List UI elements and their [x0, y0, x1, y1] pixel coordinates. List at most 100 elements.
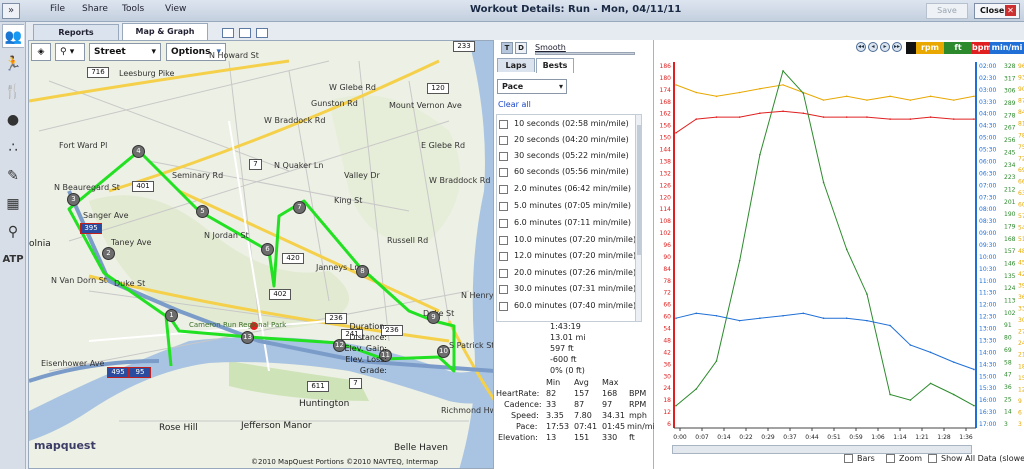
- rewind-icon[interactable]: ◂◂: [856, 42, 866, 52]
- checkbox[interactable]: [499, 219, 508, 228]
- mile-marker[interactable]: 13: [241, 331, 254, 344]
- runner-icon[interactable]: 🏃: [2, 52, 24, 76]
- legend-min-mi[interactable]: min/mi: [990, 42, 1024, 54]
- mile-marker[interactable]: 1: [165, 309, 178, 322]
- bars-label: Bars: [857, 454, 875, 463]
- data-point: [822, 317, 825, 320]
- pace-tick-label: 12:00: [979, 302, 996, 309]
- search-icon[interactable]: ⚲: [2, 220, 24, 244]
- mile-marker[interactable]: 7: [293, 201, 306, 214]
- summary-key: Elev. Gain:: [344, 344, 388, 353]
- map-label: W Braddock Rd: [429, 176, 491, 185]
- data-point: [889, 324, 891, 327]
- data-point: [952, 361, 955, 363]
- atp-icon[interactable]: ATP: [2, 248, 24, 272]
- smooth-slider[interactable]: [535, 52, 635, 55]
- best-label: 5.0 minutes (07:05 min/mile): [514, 201, 631, 210]
- mile-marker[interactable]: 3: [67, 193, 80, 206]
- clear-all-link[interactable]: Clear all: [498, 100, 531, 109]
- close-button[interactable]: Close ✕: [974, 3, 1020, 19]
- menu-file[interactable]: File: [50, 4, 65, 14]
- bests-scrollbar[interactable]: [635, 115, 641, 321]
- route-map[interactable]: ◈ ⚲ ▾ Street ▾ Options ▾ Leesburg Pike N B…: [28, 40, 494, 469]
- toggle-time[interactable]: T: [501, 42, 513, 54]
- mile-marker[interactable]: 4: [132, 145, 145, 158]
- mile-marker[interactable]: 5: [196, 205, 209, 218]
- mile-marker[interactable]: 2: [102, 247, 115, 260]
- zoom-checkbox[interactable]: Zoom: [886, 454, 922, 466]
- map-label: Eisenhower Ave: [41, 359, 105, 368]
- footprints-icon[interactable]: ∴: [2, 136, 24, 160]
- checkbox[interactable]: [499, 202, 508, 211]
- map-type-select[interactable]: Street ▾: [89, 43, 161, 61]
- data-point: [845, 248, 848, 251]
- checkbox[interactable]: [499, 236, 508, 245]
- checkbox[interactable]: [499, 120, 508, 129]
- best-label: 20 seconds (04:20 min/mile): [514, 135, 629, 144]
- menu-view[interactable]: View: [165, 4, 186, 14]
- checkbox[interactable]: [499, 302, 508, 311]
- data-point: [952, 393, 955, 396]
- pan-icon[interactable]: ◈: [31, 43, 51, 61]
- bests-metric-value: Pace: [502, 82, 524, 91]
- map-label: W Braddock Rd: [264, 116, 326, 125]
- checkbox[interactable]: [928, 454, 937, 463]
- checkbox[interactable]: [499, 252, 508, 261]
- stat-min: 17:53: [546, 422, 570, 431]
- map-label: Rose Hill: [159, 423, 198, 433]
- play-icon[interactable]: ▸: [880, 42, 890, 52]
- meal-icon[interactable]: 🍴: [2, 80, 24, 104]
- layout-single-icon[interactable]: [222, 28, 234, 38]
- pace-tick-label: 03:30: [979, 99, 996, 106]
- layout-split-icon[interactable]: [239, 28, 251, 38]
- workout-graph[interactable]: ◂◂ ◂ ▸ ▸▸ rpm ft bpm min/mi 186 180 174 168…: [654, 40, 1024, 469]
- zoom-icon[interactable]: ⚲ ▾: [55, 43, 85, 61]
- notes-icon[interactable]: ✎: [2, 164, 24, 188]
- mile-marker[interactable]: 9: [427, 311, 440, 324]
- bests-metric-select[interactable]: Pace ▾: [497, 79, 567, 94]
- tab-map-graph[interactable]: Map & Graph: [122, 23, 208, 41]
- mile-marker[interactable]: 8: [356, 265, 369, 278]
- checkbox[interactable]: [499, 152, 508, 161]
- forward-icon[interactable]: ▸▸: [892, 42, 902, 52]
- cadence-tick-label: 96: [1018, 63, 1024, 70]
- show-all-checkbox[interactable]: Show All Data (slower): [928, 454, 1024, 466]
- data-point: [738, 259, 741, 262]
- checkbox[interactable]: [499, 269, 508, 278]
- legend-bpm[interactable]: bpm: [972, 42, 992, 54]
- legend-ft[interactable]: ft: [944, 42, 972, 54]
- expand-icon[interactable]: »: [2, 3, 20, 19]
- apple-icon[interactable]: ●: [2, 108, 24, 132]
- checkbox[interactable]: [886, 454, 895, 463]
- graph-scrollbar[interactable]: [672, 445, 972, 454]
- grid-icon[interactable]: ▦: [2, 192, 24, 216]
- map-copyright: ©2010 MapQuest Portions ©2010 NAVTEQ, In…: [251, 458, 439, 466]
- data-point: [973, 404, 975, 407]
- scrollbar-thumb[interactable]: [637, 125, 641, 255]
- tab-bests[interactable]: Bests: [536, 58, 574, 73]
- layout-stack-icon[interactable]: [256, 28, 268, 38]
- save-button[interactable]: Save: [926, 3, 968, 19]
- tab-laps[interactable]: Laps: [497, 58, 535, 72]
- data-point: [952, 99, 955, 101]
- mile-marker[interactable]: 6: [261, 243, 274, 256]
- menu-tools[interactable]: Tools: [122, 4, 144, 14]
- checkbox[interactable]: [499, 185, 508, 194]
- checkbox[interactable]: [844, 454, 853, 463]
- checkbox[interactable]: [499, 136, 508, 145]
- data-point: [866, 293, 868, 295]
- checkbox[interactable]: [499, 168, 508, 177]
- checkbox[interactable]: [499, 285, 508, 294]
- bars-checkbox[interactable]: Bars: [844, 454, 875, 466]
- map-label: Janneys Ln: [316, 263, 360, 272]
- athletes-icon[interactable]: 👥: [2, 24, 24, 48]
- data-point: [889, 95, 891, 98]
- menu-share[interactable]: Share: [82, 4, 108, 14]
- mile-marker[interactable]: 10: [437, 345, 450, 358]
- legend-rpm[interactable]: rpm: [916, 42, 944, 54]
- tab-reports[interactable]: Reports: [33, 24, 119, 40]
- cadence-tick-label: 51: [1018, 236, 1024, 243]
- play-back-icon[interactable]: ◂: [868, 42, 878, 52]
- data-point: [759, 87, 761, 90]
- toggle-distance[interactable]: D: [515, 42, 527, 54]
